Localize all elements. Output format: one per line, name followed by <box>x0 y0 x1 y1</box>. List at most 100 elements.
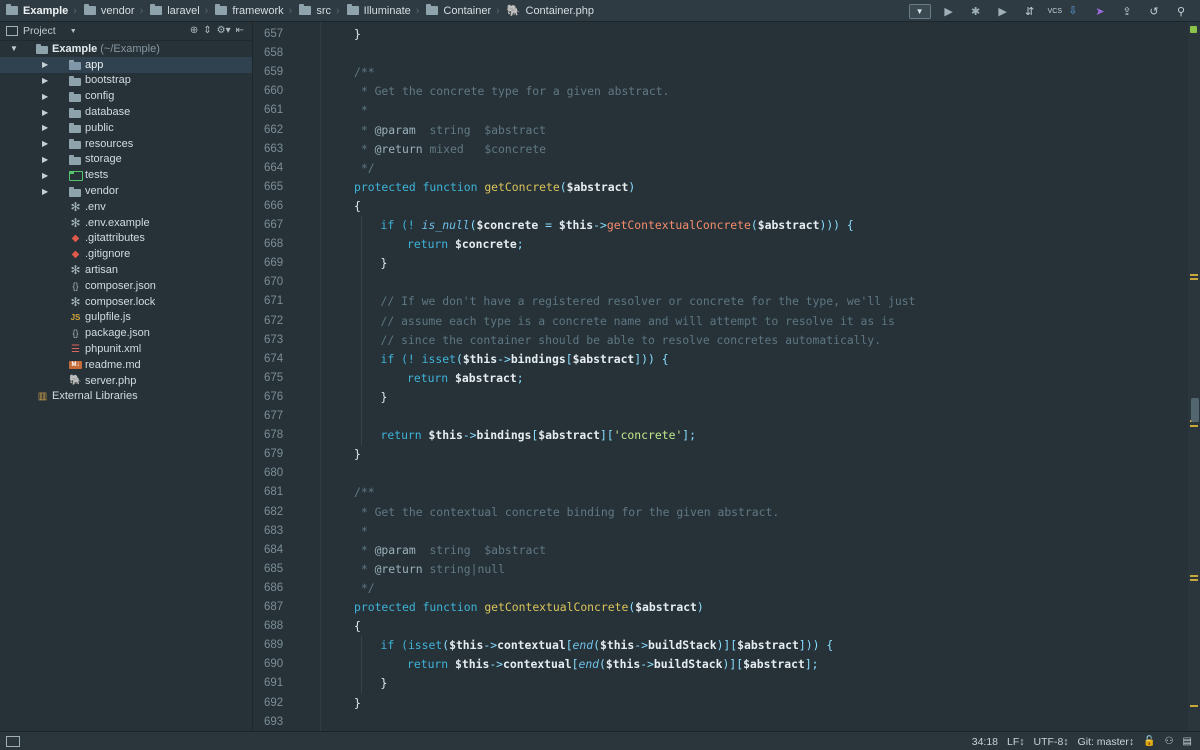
code-editor[interactable]: 657 658 659 660 661 662 663 664 665 666 667 668 669 6… <box>254 22 1188 731</box>
run-icon[interactable]: ▶ <box>940 3 958 19</box>
search-everywhere-icon[interactable]: ⚲ <box>1172 3 1190 19</box>
git-branch[interactable]: Git: master↕ <box>1078 736 1135 748</box>
tree-item[interactable]: ▶ public <box>0 120 252 136</box>
expand-arrow-icon[interactable]: ▶ <box>42 76 48 85</box>
code-line[interactable]: if (isset($this->contextual[end($this->b… <box>381 636 834 655</box>
tree-item[interactable]: ▶ database <box>0 104 252 120</box>
breadcrumb-item[interactable]: framework <box>209 0 287 22</box>
code-line[interactable]: { <box>354 617 361 636</box>
breadcrumb-item[interactable]: vendor <box>78 0 139 22</box>
code-line[interactable]: protected function getContextualConcrete… <box>354 598 704 617</box>
run-config-dropdown-icon[interactable]: ▼ <box>908 3 931 19</box>
vcs-commit-icon[interactable]: ➤ <box>1091 3 1109 19</box>
code-line[interactable]: if (! is_null($concrete = $this->getCont… <box>381 216 854 235</box>
attach-icon[interactable]: ⇵ <box>1021 3 1039 19</box>
line-separator[interactable]: LF↕ <box>1007 736 1025 748</box>
code-line[interactable]: * @return string|null <box>354 560 505 579</box>
tree-item[interactable]: ◆ .gitignore <box>0 246 252 262</box>
breadcrumb-item[interactable]: Example <box>0 0 72 22</box>
tree-item[interactable]: ✻ artisan <box>0 262 252 278</box>
line-number-gutter[interactable]: 657 658 659 660 661 662 663 664 665 666 667 668 669 6… <box>254 22 321 731</box>
tree-item[interactable]: ☰ phpunit.xml <box>0 341 252 357</box>
code-line[interactable]: * <box>354 522 368 541</box>
chevron-down-icon[interactable]: ▼ <box>70 28 77 35</box>
vcs-update-icon[interactable]: ⇩ <box>1064 3 1082 19</box>
code-line[interactable]: } <box>381 388 388 407</box>
external-libraries[interactable]: ▥ External Libraries <box>0 389 252 405</box>
code-line[interactable]: } <box>354 445 361 464</box>
code-line[interactable]: * <box>354 101 368 120</box>
tree-item[interactable]: ▶ app <box>0 56 252 73</box>
scroll-from-source-icon[interactable]: ⊕ <box>190 25 198 36</box>
code-line[interactable]: } <box>381 674 388 693</box>
code-line[interactable]: */ <box>354 579 375 598</box>
breadcrumb-item[interactable]: 🐘 Container.php <box>501 0 598 22</box>
expand-arrow-icon[interactable]: ▶ <box>42 155 48 164</box>
tree-item[interactable]: ▶ vendor <box>0 183 252 199</box>
inspector-icon[interactable]: ⚇ <box>1165 736 1174 747</box>
code-line[interactable]: return $concrete; <box>407 235 524 254</box>
lock-icon[interactable]: 🔓 <box>1143 736 1155 747</box>
expand-arrow-icon[interactable]: ▶ <box>42 60 48 69</box>
coverage-icon[interactable]: ▶ <box>994 3 1012 19</box>
warning-marker[interactable] <box>1190 278 1198 280</box>
expand-arrow-icon[interactable]: ▶ <box>42 108 48 117</box>
code-line[interactable]: * @return mixed $concrete <box>354 140 546 159</box>
warning-marker[interactable] <box>1190 579 1198 581</box>
warning-marker[interactable] <box>1190 274 1198 276</box>
breadcrumb-item[interactable]: laravel <box>144 0 203 22</box>
event-log-icon[interactable]: ▤ <box>1183 736 1192 747</box>
tree-item[interactable]: {} composer.json <box>0 278 252 294</box>
gear-icon[interactable]: ⚙▾ <box>217 25 231 36</box>
tree-item[interactable]: ▶ tests <box>0 167 252 183</box>
code-line[interactable]: * Get the contextual concrete binding fo… <box>354 503 779 522</box>
tree-item[interactable]: ▶ config <box>0 88 252 104</box>
code-line[interactable]: return $this->contextual[end($this->buil… <box>407 655 819 674</box>
expand-arrow-icon[interactable]: ▶ <box>42 123 48 132</box>
caret-position[interactable]: 34:18 <box>972 736 998 748</box>
history-icon[interactable]: ↺ <box>1145 3 1163 19</box>
tree-item[interactable]: ▶ bootstrap <box>0 73 252 89</box>
file-encoding[interactable]: UTF-8↕ <box>1034 736 1069 748</box>
tree-item[interactable]: ✻ composer.lock <box>0 294 252 310</box>
tree-item[interactable]: ✻ .env.example <box>0 215 252 231</box>
tool-windows-toggle-icon[interactable] <box>6 735 20 747</box>
debug-icon[interactable]: ✱ <box>967 3 985 19</box>
tree-item[interactable]: ▶ resources <box>0 136 252 152</box>
code-line[interactable]: // assume each type is a concrete name a… <box>381 312 895 331</box>
code-line[interactable]: if (! isset($this->bindings[$abstract]))… <box>381 350 669 369</box>
warning-marker[interactable] <box>1190 705 1198 707</box>
error-stripe[interactable] <box>1188 22 1200 731</box>
expand-arrow-icon[interactable]: ▶ <box>42 139 48 148</box>
code-line[interactable]: { <box>354 197 361 216</box>
code-line[interactable]: // since the container should be able to… <box>381 331 882 350</box>
warning-marker[interactable] <box>1190 575 1198 577</box>
tree-item[interactable]: {} package.json <box>0 325 252 341</box>
code-line[interactable]: * Get the concrete type for a given abst… <box>354 82 670 101</box>
tree-item[interactable]: ◆ .gitattributes <box>0 231 252 247</box>
code-area[interactable]: } /** * Get the concrete type for a given… <box>322 22 1188 731</box>
tree-item[interactable]: M↓ readme.md <box>0 357 252 373</box>
expand-arrow-icon[interactable]: ▶ <box>42 92 48 101</box>
code-line[interactable]: /** <box>354 483 375 502</box>
code-line[interactable]: /** <box>354 63 375 82</box>
collapse-all-icon[interactable]: ⇕ <box>203 25 211 36</box>
code-line[interactable]: return $this->bindings[$abstract]['concr… <box>381 426 697 445</box>
code-line[interactable]: } <box>381 254 388 273</box>
collapse-arrow-icon[interactable]: ▼ <box>10 44 18 53</box>
breadcrumb-item[interactable]: Illuminate <box>341 0 415 22</box>
code-line[interactable]: } <box>354 25 361 44</box>
tree-item[interactable]: ✻ .env <box>0 199 252 215</box>
code-line[interactable]: protected function getConcrete($abstract… <box>354 178 635 197</box>
code-line[interactable]: * @param string $abstract <box>354 541 546 560</box>
vcs-push-icon[interactable]: ⇪ <box>1118 3 1136 19</box>
editor-scrollbar-thumb[interactable] <box>1191 398 1199 422</box>
tree-item[interactable]: JS gulpfile.js <box>0 310 252 326</box>
warning-marker[interactable] <box>1190 425 1198 427</box>
tree-item[interactable]: 🐘 server.php <box>0 373 252 389</box>
code-line[interactable]: } <box>354 694 361 713</box>
breadcrumb-item[interactable]: Container <box>420 0 495 22</box>
tree-item[interactable]: ▶ storage <box>0 152 252 168</box>
hide-panel-icon[interactable]: ⇤ <box>236 25 244 36</box>
inspection-status-icon[interactable] <box>1190 26 1197 33</box>
